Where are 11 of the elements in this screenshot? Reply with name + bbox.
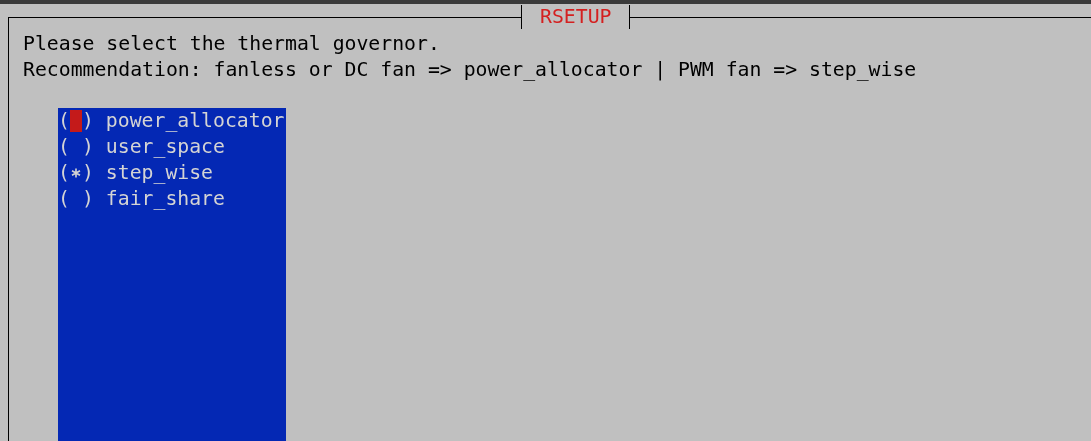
radio-button[interactable]: ( ) <box>58 108 94 134</box>
prompt-text: Recommendation: fanless or DC fan => power_allocator | PWM fan => step_wise <box>23 57 918 83</box>
option-label[interactable]: fair_share <box>105 186 225 212</box>
dialog-title: RSETUP <box>521 5 631 29</box>
radio-button[interactable]: ( ) <box>58 186 94 212</box>
option-label[interactable]: power_allocator <box>105 108 285 134</box>
radio-button[interactable]: ( ) <box>58 134 94 160</box>
radio-button[interactable]: ( ) <box>58 160 94 186</box>
option-label[interactable]: user_space <box>105 134 225 160</box>
prompt-text: Please select the thermal governor. <box>23 31 441 57</box>
option-label[interactable]: step_wise <box>105 160 214 186</box>
